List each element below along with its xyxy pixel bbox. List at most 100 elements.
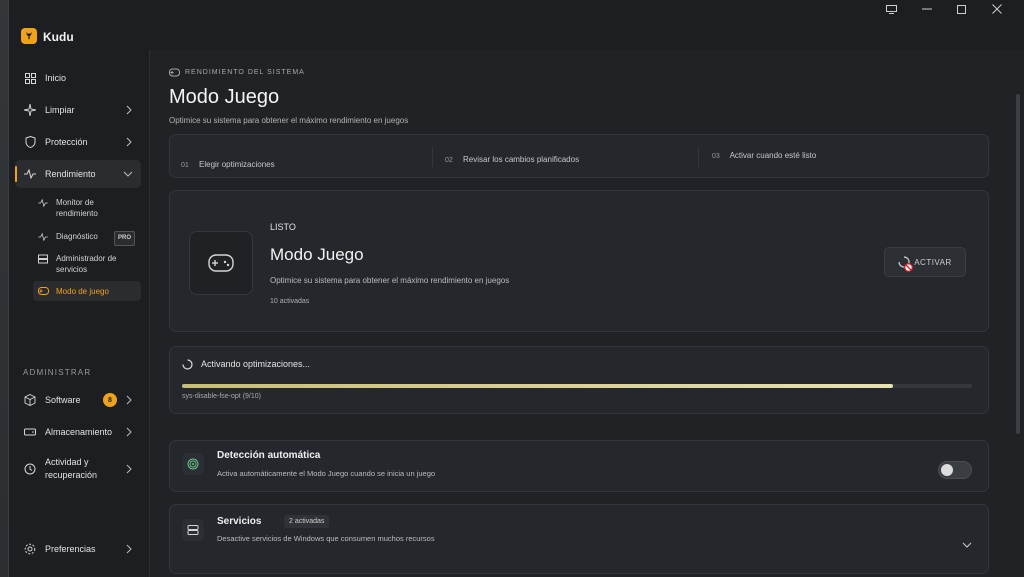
step-label: Revisar los cambios planificados [463,155,580,164]
storage-icon [23,425,37,439]
loading-spinner-icon [898,256,914,272]
activate-button[interactable]: ACTIVAR [884,247,966,277]
sidebar-item-label: Rendimiento [45,169,96,179]
step-label: Activar cuando esté listo [729,151,817,160]
sidebar-item-actividad[interactable]: Actividad y recuperación [15,452,141,486]
cube-icon [23,393,37,407]
status-label: LISTO [270,222,296,232]
sidebar-subitem-modo-juego[interactable]: Modo de juego [33,281,141,301]
gamepad-icon [189,231,253,295]
toggle-knob [941,464,953,476]
page-title: Modo Juego [169,86,280,108]
activate-button-label: ACTIVAR [914,257,952,267]
pulse-icon [23,167,37,181]
game-mode-card: LISTO Modo Juego Optimice su sistema par… [169,190,989,332]
monitor-icon[interactable] [883,2,899,16]
sidebar-item-label: Inicio [45,73,67,83]
services-card[interactable]: Servicios 2 activadas Desactive servicio… [169,504,989,574]
step-1: 01 Elegir optimizaciones [181,160,275,169]
sidebar-subitem-monitor[interactable]: Monitor de rendimiento [33,197,141,219]
sidebar-item-preferencias[interactable]: Preferencias [15,535,141,563]
chevron-right-icon [126,395,132,405]
close-icon[interactable] [989,2,1005,16]
server-icon [37,253,49,265]
step-number: 02 [445,157,453,164]
sidebar-item-label: Actividad y recuperación [45,457,98,480]
step-number: 03 [712,153,720,160]
history-icon [23,462,37,476]
kudu-logo-icon [21,28,37,44]
auto-detect-toggle[interactable] [938,461,972,479]
auto-detect-description: Activa automáticamente el Modo Juego cua… [217,469,436,478]
grid-icon [23,71,37,85]
chevron-down-icon [123,171,133,177]
sidebar-subitem-label: Administrador de servicios [56,254,117,274]
gamepad-icon [169,68,180,77]
eyebrow-label: RENDIMIENTO DEL SISTEMA [185,69,305,76]
sidebar-item-software[interactable]: Software 8 [15,386,141,414]
sidebar-item-almacenamiento[interactable]: Almacenamiento [15,418,141,446]
chevron-right-icon [126,137,132,147]
minimize-icon[interactable] [919,2,935,16]
sparkle-icon [23,103,37,117]
sidebar-subitem-diagnostico[interactable]: Diagnóstico PRO [33,231,141,246]
hero-description: Optimice su sistema para obtener el máxi… [270,276,510,285]
title-bar: Kudu [9,0,1024,50]
server-icon [182,519,204,541]
step-divider [432,147,433,167]
sidebar-item-inicio[interactable]: Inicio [15,64,141,92]
gamepad-icon [37,285,49,297]
steps-bar: 01 Elegir optimizaciones 02 Revisar los … [169,134,989,178]
gear-icon [23,542,37,556]
sidebar-subitem-label: Diagnóstico [56,232,98,241]
step-2: 02 Revisar los cambios planificados [445,155,579,164]
progress-step: sys-disable-fse-opt (9/10) [182,393,261,400]
auto-detect-title: Detección automática [217,450,321,461]
software-count-badge: 8 [103,393,117,407]
sidebar-item-label: Protección [45,137,88,147]
app-window: Kudu Inicio Limpiar Protección Rendimien… [8,0,1024,577]
activated-count: 10 activadas [270,298,310,305]
sidebar-item-limpiar[interactable]: Limpiar [15,96,141,124]
services-description: Desactive servicios de Windows que consu… [217,534,435,543]
chevron-right-icon [126,427,132,437]
step-3: 03 Activar cuando esté listo [712,151,816,160]
sidebar-subitem-servicios[interactable]: Administrador de servicios [33,253,141,275]
loading-spinner-icon [182,359,193,370]
not-allowed-icon [904,263,914,272]
pro-badge: PRO [113,231,135,246]
fingerprint-icon [182,453,204,475]
sidebar-item-label: Limpiar [45,105,75,115]
progress-label: Activando optimizaciones... [201,359,311,369]
progress-card: Activando optimizaciones... sys-disable-… [169,346,989,414]
services-title: Servicios [217,516,262,527]
scrollbar[interactable] [1016,94,1020,434]
sidebar-item-proteccion[interactable]: Protección [15,128,141,156]
eyebrow: RENDIMIENTO DEL SISTEMA [169,68,305,77]
hero-title: Modo Juego [270,245,364,264]
sidebar-subitem-label: Monitor de rendimiento [56,198,98,218]
maximize-icon[interactable] [953,2,969,16]
auto-detect-card: Detección automática Activa automáticame… [169,440,989,492]
progress-bar [182,384,972,388]
page-subtitle: Optimice su sistema para obtener el máxi… [169,116,409,125]
sidebar-item-label: Almacenamiento [45,427,113,437]
sidebar-item-rendimiento[interactable]: Rendimiento [15,160,141,188]
chevron-down-icon[interactable] [962,541,972,549]
sidebar-item-label: Preferencias [45,544,96,554]
sidebar-item-label: Software [45,395,81,405]
chevron-right-icon [126,105,132,115]
step-label: Elegir optimizaciones [199,160,275,169]
pulse-icon [37,197,49,209]
shield-icon [23,135,37,149]
progress-fill [182,384,893,388]
main-content: RENDIMIENTO DEL SISTEMA Modo Juego Optim… [150,50,1024,577]
services-badge: 2 activadas [284,515,330,528]
app-name: Kudu [43,30,74,44]
step-divider [698,147,699,167]
pulse-icon [37,231,49,243]
sidebar-subitem-label: Modo de juego [56,286,109,296]
chevron-right-icon [126,544,132,554]
step-number: 01 [181,162,189,169]
section-label-administrar: ADMINISTRAR [23,368,92,377]
